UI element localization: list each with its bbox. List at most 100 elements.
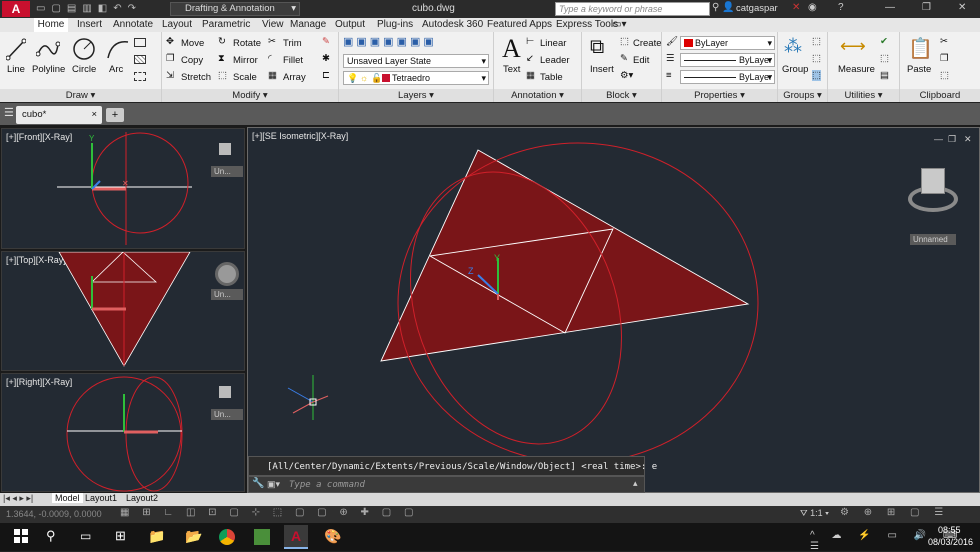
- fillet-button[interactable]: Fillet: [283, 55, 303, 66]
- connect-icon[interactable]: ◉: [808, 2, 817, 13]
- tab-nav-arrows[interactable]: |◂ ◂ ▸ ▸|: [3, 493, 33, 504]
- insert-block-icon[interactable]: ⧉: [590, 36, 604, 59]
- layer-tools-icons[interactable]: ▣▣▣▣▣▣▣: [343, 35, 437, 48]
- trim-button[interactable]: Trim: [283, 38, 302, 49]
- view-name-chip[interactable]: Un...: [211, 166, 243, 177]
- layer-state-dropdown[interactable]: Unsaved Layer State ▾: [343, 54, 489, 68]
- table-button[interactable]: Table: [540, 72, 563, 83]
- viewcube-box[interactable]: [921, 168, 945, 194]
- properties-panel-title[interactable]: Properties ▾: [662, 89, 777, 102]
- boundary-icon[interactable]: [134, 72, 146, 81]
- menu-icon[interactable]: ☰: [4, 106, 14, 119]
- circle-button[interactable]: Circle: [72, 64, 96, 75]
- tab-autodesk-360[interactable]: Autodesk 360: [422, 18, 483, 32]
- quick-access-toolbar[interactable]: ▭▢▤▥◧↶↷: [36, 3, 166, 15]
- tab-annotate[interactable]: Annotate: [113, 18, 153, 32]
- search-icon[interactable]: ⚲: [712, 2, 719, 13]
- move-button[interactable]: Move: [181, 38, 204, 49]
- clock-time[interactable]: 08:55: [938, 525, 961, 535]
- polyline-icon[interactable]: [36, 38, 60, 62]
- attribute-icon[interactable]: ⚙▾: [620, 70, 633, 81]
- lineweight-dropdown[interactable]: ByLayer ▾: [680, 70, 775, 84]
- group-select-icon[interactable]: ⬚: [812, 70, 821, 81]
- minimize-button[interactable]: —: [885, 2, 895, 13]
- layer-dropdown[interactable]: 💡 ☼ 🔓 Tetraedro ▾: [343, 71, 489, 85]
- edit-button[interactable]: Edit: [633, 55, 649, 66]
- modify-panel-title[interactable]: Modify ▾: [162, 89, 338, 102]
- copy-base-icon[interactable]: ⬚: [940, 70, 949, 81]
- offset-icon[interactable]: ⊏: [322, 70, 330, 81]
- viewport-se-isometric[interactable]: [+][SE Isometric][X-Ray] — ❐ ✕ Y Z Unnam…: [247, 127, 980, 493]
- status-tools[interactable]: ⚙ ⊕ ⊞ ▢ ☰: [840, 507, 949, 518]
- mirror-button[interactable]: Mirror: [233, 55, 258, 66]
- restore-button[interactable]: ❐: [922, 2, 931, 13]
- line-icon[interactable]: [6, 38, 26, 62]
- ungroup-icon[interactable]: ⬚: [812, 36, 821, 47]
- scale-button[interactable]: Scale: [233, 72, 257, 83]
- layers-panel-title[interactable]: Layers ▾: [339, 89, 493, 102]
- command-input[interactable]: Type a command: [289, 480, 365, 490]
- tab-output[interactable]: Output: [335, 18, 365, 32]
- group-icon[interactable]: ⁂: [784, 36, 802, 57]
- folder-icon[interactable]: 📂: [185, 528, 202, 545]
- group-edit-icon[interactable]: ⬚: [812, 53, 821, 64]
- help-icon[interactable]: ?: [838, 2, 844, 13]
- autocad-taskbar-icon[interactable]: A: [284, 525, 308, 549]
- text-icon[interactable]: A: [502, 34, 521, 64]
- workspace-selector[interactable]: Drafting & Annotation ▾: [170, 2, 300, 16]
- windows-start-icon[interactable]: [14, 529, 28, 543]
- tab-layout2[interactable]: Layout2: [126, 493, 158, 503]
- circle-icon[interactable]: [72, 37, 96, 61]
- create-button[interactable]: Create: [633, 38, 662, 49]
- block-panel-title[interactable]: Block ▾: [582, 89, 661, 102]
- leader-button[interactable]: Leader: [540, 55, 570, 66]
- calculator-icon[interactable]: ▤: [880, 70, 889, 81]
- view-name-chip[interactable]: Unnamed: [910, 234, 956, 245]
- line-button[interactable]: Line: [7, 64, 25, 75]
- clipboard-panel-title[interactable]: Clipboard: [900, 89, 980, 102]
- image-app-icon[interactable]: [254, 529, 270, 545]
- viewport-top[interactable]: [+][Top][X-Ray] Un...: [1, 251, 245, 371]
- coordinates-readout[interactable]: 1.3644, -0.0009, 0.0000: [6, 509, 102, 519]
- polyline-button[interactable]: Polyline: [32, 64, 65, 75]
- utilities-panel-title[interactable]: Utilities ▾: [828, 89, 899, 102]
- view-name-chip[interactable]: Un...: [211, 289, 243, 300]
- measure-icon[interactable]: ⟷: [840, 36, 866, 57]
- erase-icon[interactable]: ✎: [322, 36, 330, 47]
- file-explorer-icon[interactable]: 📁: [148, 528, 165, 545]
- arc-button[interactable]: Arc: [109, 64, 123, 75]
- tab-express-tools[interactable]: Express Tools: [556, 18, 618, 32]
- tab-layout1[interactable]: Layout1: [85, 493, 117, 503]
- user-name[interactable]: catgaspar: [736, 3, 778, 14]
- viewcube[interactable]: [908, 166, 958, 214]
- chrome-icon[interactable]: [219, 529, 235, 545]
- drafting-toggles[interactable]: ▦ ⊞ ∟ ◫ ⊡ ▢ ⊹ ⬚ ▢ ▢ ⊕ ✚ ▢ ▢: [120, 507, 418, 518]
- tab-home[interactable]: Home: [34, 18, 68, 32]
- search-input[interactable]: Type a keyword or phrase: [555, 2, 710, 16]
- autocad-logo[interactable]: A: [2, 1, 30, 17]
- ribbon-toggle-icon[interactable]: ▭▾: [612, 18, 626, 32]
- annotation-panel-title[interactable]: Annotation ▾: [494, 89, 581, 102]
- wrench-icon[interactable]: 🔧: [252, 478, 264, 489]
- tab-featured-apps[interactable]: Featured Apps: [487, 18, 552, 32]
- document-tab[interactable]: cubo* ×: [16, 106, 102, 124]
- paint-app-icon[interactable]: 🎨: [324, 528, 341, 545]
- clock-date[interactable]: 08/03/2016: [928, 537, 973, 547]
- draw-panel-title[interactable]: Draw ▾: [0, 89, 161, 102]
- tab-plugins[interactable]: Plug-ins: [377, 18, 413, 32]
- color-dropdown[interactable]: ByLayer ▾: [680, 36, 775, 50]
- groups-panel-title[interactable]: Groups ▾: [778, 89, 827, 102]
- view-name-chip[interactable]: Un...: [211, 409, 243, 420]
- text-button[interactable]: Text: [503, 64, 520, 75]
- match-properties-icon[interactable]: 🖌: [666, 36, 678, 47]
- tab-parametric[interactable]: Parametric: [202, 18, 250, 32]
- copy-clip-icon[interactable]: ❐: [940, 53, 949, 64]
- exchange-icon[interactable]: ✕: [792, 2, 800, 13]
- close-tab-icon[interactable]: ×: [91, 106, 97, 124]
- linear-button[interactable]: Linear: [540, 38, 566, 49]
- quick-select-icon[interactable]: ✔: [880, 36, 888, 47]
- cut-icon[interactable]: ✂: [940, 36, 948, 47]
- stretch-button[interactable]: Stretch: [181, 72, 211, 83]
- arc-icon[interactable]: [106, 38, 130, 62]
- paste-button[interactable]: Paste: [907, 64, 931, 75]
